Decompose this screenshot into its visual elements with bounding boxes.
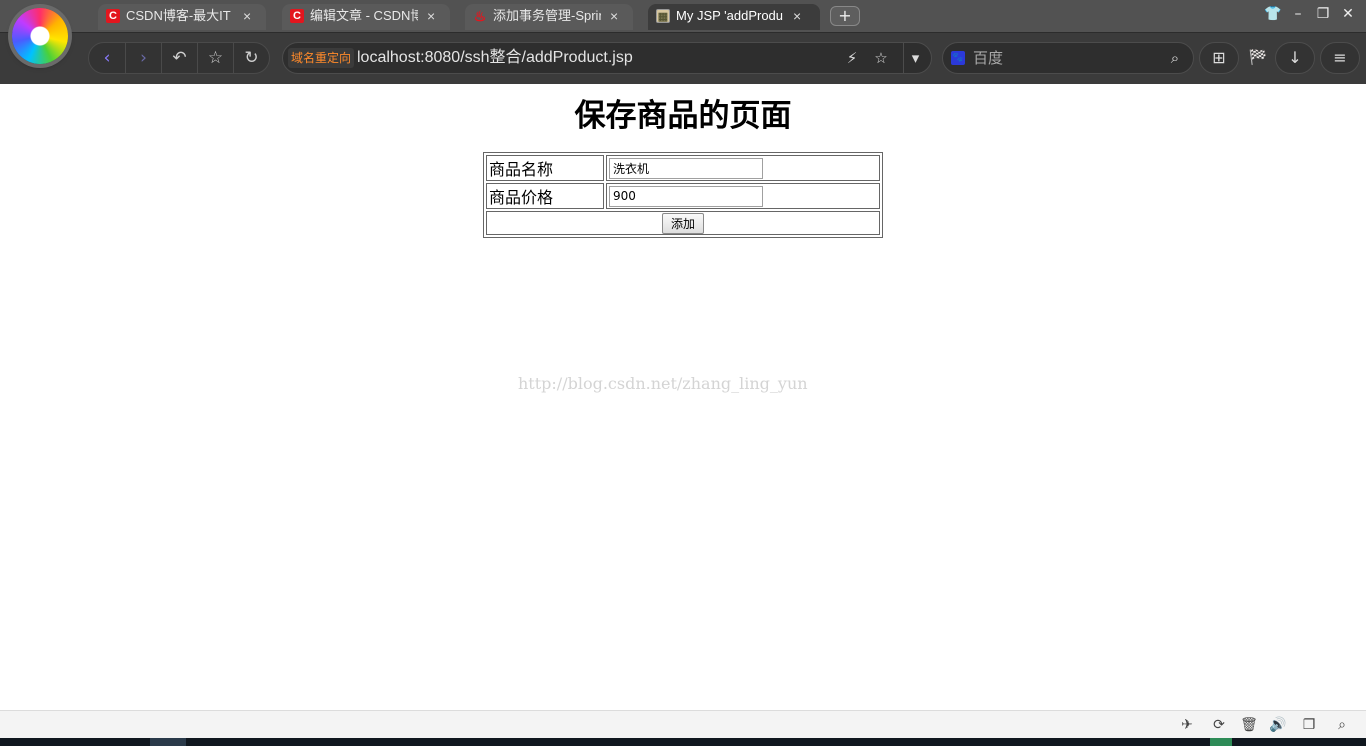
tab-spring-transaction[interactable]: ♨ 添加事务管理-Sprin × — [465, 4, 633, 30]
table-row: 商品名称 — [486, 155, 880, 181]
page-favicon-icon: ▦ — [656, 9, 670, 23]
taskbar-item[interactable] — [1210, 738, 1232, 746]
window-icon[interactable]: ❐ — [1298, 715, 1320, 735]
game-flag-icon[interactable]: 🏁 — [1243, 42, 1273, 74]
apps-grid-icon[interactable]: ⊞ — [1199, 42, 1239, 74]
rocket-icon[interactable]: ✈ — [1176, 715, 1198, 735]
url-text[interactable]: localhost:8080/ssh整合/addProduct.jsp — [357, 43, 633, 73]
browser-logo-icon[interactable] — [12, 8, 68, 64]
tab-title: CSDN博客-最大IT — [126, 8, 231, 23]
table-row: 添加 — [486, 211, 880, 235]
minimize-button[interactable]: – — [1287, 4, 1309, 26]
add-product-button[interactable]: 添加 — [661, 212, 704, 234]
search-input[interactable] — [973, 47, 1163, 69]
product-name-cell — [606, 155, 880, 181]
csdn-favicon-icon: C — [106, 9, 120, 23]
chevron-down-icon[interactable]: ▾ — [903, 43, 927, 73]
tab-edit-article[interactable]: C 编辑文章 - CSDN博 × — [282, 4, 450, 30]
product-price-cell — [606, 183, 880, 209]
product-name-label: 商品名称 — [486, 155, 604, 181]
tab-csdn-blog[interactable]: C CSDN博客-最大IT × — [98, 4, 266, 30]
address-bar[interactable]: 域名重定向 localhost:8080/ssh整合/addProduct.js… — [282, 42, 932, 74]
watermark-text: http://blog.csdn.net/zhang_ling_yun — [518, 374, 808, 393]
back-icon[interactable]: ‹ — [89, 43, 125, 73]
trash-icon[interactable]: 🗑 — [1238, 715, 1260, 735]
tab-title: 添加事务管理-Sprin — [493, 8, 601, 23]
table-row: 商品价格 — [486, 183, 880, 209]
search-icon[interactable]: ⌕ — [1165, 43, 1185, 73]
tab-close-icon[interactable]: × — [610, 4, 618, 28]
tab-add-product[interactable]: ▦ My JSP 'addProdu × — [648, 4, 820, 30]
forward-icon[interactable]: › — [125, 43, 161, 73]
product-price-input[interactable] — [609, 185, 763, 207]
spring-favicon-icon: ♨ — [473, 8, 487, 24]
new-tab-button[interactable]: + — [830, 6, 860, 26]
page-title: 保存商品的页面 — [574, 98, 792, 134]
navigation-group: ‹ › ↶ ☆ ↻ — [88, 42, 270, 74]
page-viewport: 保存商品的页面 商品名称 商品价格 添加 http://blog.csdn.ne… — [0, 84, 1366, 710]
submit-cell: 添加 — [486, 211, 880, 235]
product-form-table: 商品名称 商品价格 添加 — [483, 152, 883, 238]
menu-icon[interactable]: ≡ — [1320, 42, 1360, 74]
tab-close-icon[interactable]: × — [243, 4, 251, 28]
tab-bar: C CSDN博客-最大IT × C 编辑文章 - CSDN博 × ♨ 添加事务管… — [0, 0, 1366, 64]
os-taskbar — [0, 738, 1366, 746]
reload-icon[interactable]: ↻ — [233, 43, 269, 73]
lightning-icon[interactable]: ⚡ — [840, 43, 864, 73]
zoom-icon[interactable]: ⌕ — [1331, 715, 1353, 735]
bookmark-star-icon[interactable]: ☆ — [869, 43, 893, 73]
tab-close-icon[interactable]: × — [793, 4, 801, 28]
volume-icon[interactable]: 🔊 — [1267, 715, 1289, 735]
taskbar-item[interactable] — [150, 738, 186, 746]
product-price-label: 商品价格 — [486, 183, 604, 209]
tab-close-icon[interactable]: × — [427, 4, 435, 28]
search-bar: 🐾 ⌕ — [942, 42, 1194, 74]
csdn-favicon-icon: C — [290, 9, 304, 23]
restore-button[interactable]: ❐ — [1312, 4, 1334, 26]
tab-title: 编辑文章 - CSDN博 — [310, 8, 418, 23]
tab-title: My JSP 'addProdu — [676, 8, 784, 23]
baidu-paw-icon[interactable]: 🐾 — [951, 51, 965, 65]
download-icon[interactable]: ↓ — [1275, 42, 1315, 74]
accelerate-icon[interactable]: ⟳ — [1208, 715, 1230, 735]
product-name-input[interactable] — [609, 157, 763, 179]
undo-close-icon[interactable]: ↶ — [161, 43, 197, 73]
status-bar: ✈ ⟳ 🗑 🔊 ❐ ⌕ — [0, 710, 1366, 738]
favorite-icon[interactable]: ☆ — [197, 43, 233, 73]
skin-icon[interactable]: 👕 — [1262, 4, 1284, 26]
browser-toolbar: ‹ › ↶ ☆ ↻ 域名重定向 localhost:8080/ssh整合/add… — [0, 32, 1366, 84]
close-window-button[interactable]: ✕ — [1337, 4, 1359, 26]
redirect-badge[interactable]: 域名重定向 — [288, 48, 355, 68]
